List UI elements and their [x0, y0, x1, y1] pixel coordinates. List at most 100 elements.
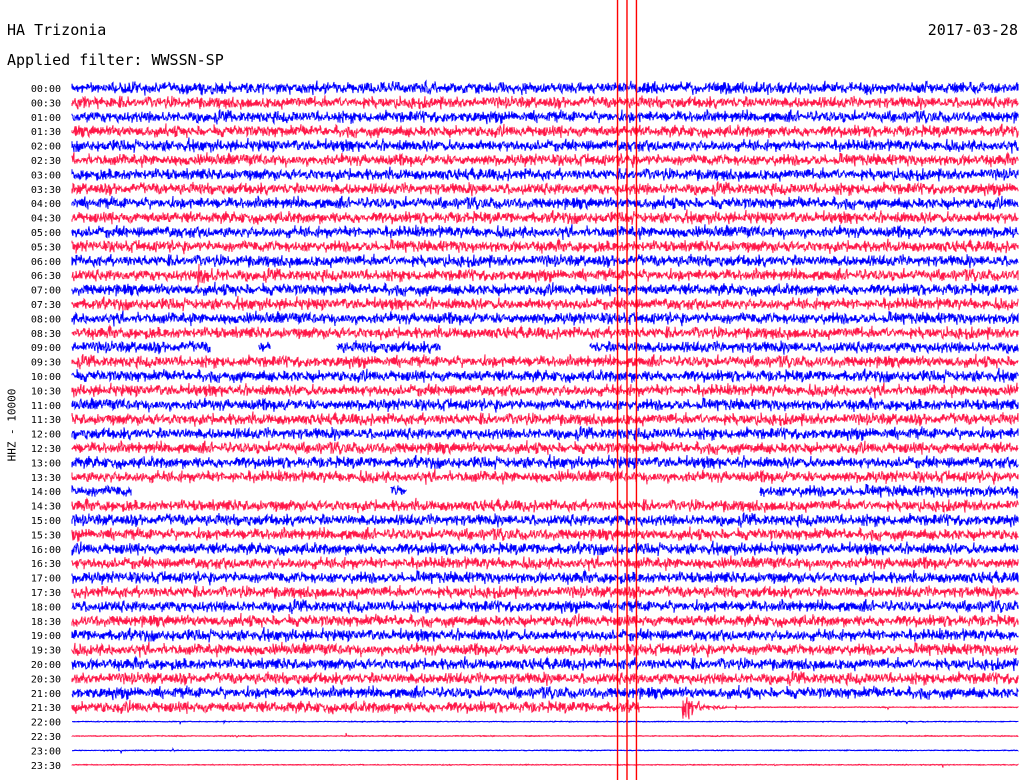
seismic-trace-row — [71, 440, 1019, 456]
row-time-label: 19:30 — [31, 646, 61, 657]
row-time-label: 12:00 — [31, 430, 61, 441]
row-time-label: 06:30 — [31, 271, 61, 282]
seismic-trace-row — [71, 732, 1019, 739]
row-time-label: 02:00 — [31, 142, 61, 153]
row-time-label: 16:00 — [31, 545, 61, 556]
station-title: HA Trizonia — [7, 21, 107, 39]
helicorder-plot: 00:00 00:30 01:00 01:30 02:00 02:30 03:00 03:30… — [31, 0, 1019, 780]
seismic-trace-row — [71, 123, 1019, 139]
seismic-trace-row — [71, 568, 1019, 586]
seismic-trace-row — [71, 181, 1019, 198]
row-time-label: 17:00 — [31, 574, 61, 585]
row-time-label: 09:30 — [31, 358, 61, 369]
seismic-trace-row — [71, 555, 1019, 572]
row-time-label: 22:30 — [31, 732, 61, 743]
row-time-label: 16:30 — [31, 559, 61, 570]
channel-axis-label: HHZ - 10000 — [5, 388, 19, 462]
seismic-trace-row — [71, 324, 1019, 341]
row-time-label: 15:00 — [31, 516, 61, 527]
row-time-label: 11:30 — [31, 415, 61, 426]
seismic-trace-row — [71, 281, 1019, 297]
row-time-label: 21:30 — [31, 703, 61, 714]
row-time-label: 08:00 — [31, 314, 61, 325]
seismic-trace-row — [71, 763, 1019, 768]
row-time-label: 05:30 — [31, 242, 61, 253]
seismic-trace-row — [71, 496, 1019, 514]
seismic-trace-row — [71, 253, 1019, 269]
seismic-trace-row — [71, 526, 1019, 542]
row-time-label: 03:30 — [31, 185, 61, 196]
seismic-trace-row — [71, 367, 1019, 384]
seismic-trace-row — [71, 109, 1019, 126]
row-time-label: 18:00 — [31, 602, 61, 613]
row-time-label: 11:00 — [31, 401, 61, 412]
row-time-label: 15:30 — [31, 530, 61, 541]
seismic-trace-row — [72, 719, 1019, 725]
row-time-label: 10:00 — [31, 372, 61, 383]
seismic-trace-row — [71, 697, 1019, 720]
seismic-trace-row — [71, 353, 1019, 370]
seismic-trace-row — [71, 396, 1019, 413]
row-time-label: 04:30 — [31, 214, 61, 225]
filter-label: Applied filter: WWSSN-SP — [7, 51, 224, 69]
seismic-trace-row — [71, 166, 1019, 182]
row-time-label: 17:30 — [31, 588, 61, 599]
seismic-trace-row — [71, 237, 1019, 255]
row-time-label: 07:00 — [31, 286, 61, 297]
seismic-trace-row — [71, 340, 1019, 355]
seismic-trace-row — [71, 684, 1019, 701]
row-time-label: 03:00 — [31, 170, 61, 181]
row-time-label: 06:00 — [31, 257, 61, 268]
row-time-label: 14:30 — [31, 502, 61, 513]
seismic-trace-row — [71, 468, 1019, 485]
date-label: 2017-03-28 — [927, 21, 1018, 39]
seismic-trace-row — [71, 655, 1019, 672]
row-time-label: 04:00 — [31, 199, 61, 210]
seismic-trace-row — [71, 195, 1019, 211]
row-time-label: 20:00 — [31, 660, 61, 671]
seismic-trace-row — [71, 426, 1019, 442]
row-time-label: 18:30 — [31, 617, 61, 628]
seismic-trace-row — [71, 209, 1019, 225]
row-time-label: 00:30 — [31, 98, 61, 109]
row-time-label: 23:00 — [31, 746, 61, 757]
row-time-label: 13:30 — [31, 473, 61, 484]
row-time-label: 12:30 — [31, 444, 61, 455]
row-time-label: 22:00 — [31, 718, 61, 729]
seismic-trace-row — [72, 746, 1019, 754]
row-time-label: 08:30 — [31, 329, 61, 340]
row-time-label: 23:30 — [31, 761, 61, 772]
row-time-label: 02:30 — [31, 156, 61, 167]
seismic-trace-row — [71, 310, 1019, 327]
row-time-label: 09:00 — [31, 343, 61, 354]
seismic-trace-row — [71, 79, 1019, 96]
row-time-label: 00:00 — [31, 84, 61, 95]
seismic-trace-row — [71, 382, 1019, 399]
seismic-trace-row — [71, 295, 1019, 312]
seismic-trace-row — [71, 224, 1019, 241]
row-time-label: 01:00 — [31, 113, 61, 124]
seismic-trace-row — [71, 641, 1019, 658]
seismic-trace-row — [71, 670, 1019, 687]
row-time-label: 20:30 — [31, 674, 61, 685]
row-time-label: 19:00 — [31, 631, 61, 642]
seismic-trace-row — [71, 627, 1019, 643]
row-time-label: 07:30 — [31, 300, 61, 311]
seismic-trace-row — [71, 584, 1019, 600]
seismic-trace-row — [71, 512, 1019, 529]
seismic-trace-row — [71, 540, 1019, 557]
seismic-trace-row — [71, 454, 1019, 470]
row-time-label: 05:00 — [31, 228, 61, 239]
seismic-trace-row — [71, 263, 1019, 288]
seismic-trace-row — [71, 95, 1019, 110]
seismic-trace-row — [71, 483, 1019, 499]
row-time-label: 01:30 — [31, 127, 61, 138]
seismic-trace-row — [71, 411, 1019, 427]
row-time-label: 13:00 — [31, 458, 61, 469]
row-time-label: 14:00 — [31, 487, 61, 498]
seismic-trace-row — [71, 151, 1019, 168]
row-time-label: 21:00 — [31, 689, 61, 700]
seismic-trace-row — [71, 137, 1019, 154]
row-time-label: 10:30 — [31, 386, 61, 397]
seismic-trace-row — [71, 598, 1019, 615]
